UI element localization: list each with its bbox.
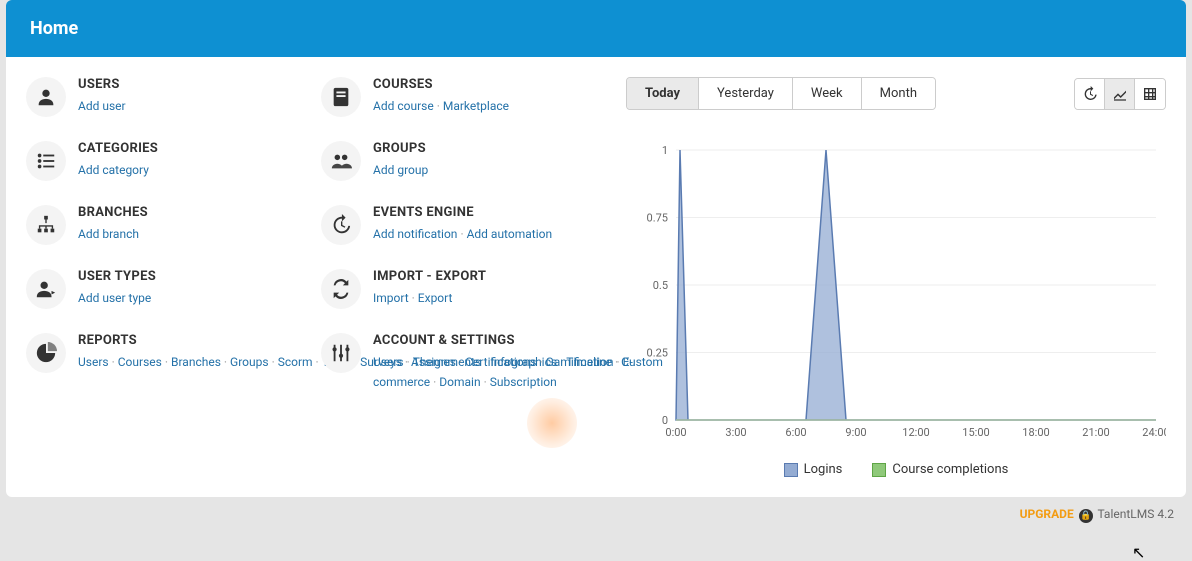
link-add-notification[interactable]: Add notification [373,227,457,241]
admin-tiles: USERSAdd userCOURSESAdd course·Marketpla… [26,77,606,477]
tile-title[interactable]: ACCOUNT & SETTINGS [373,333,606,348]
svg-text:3:00: 3:00 [725,426,746,439]
svg-text:18:00: 18:00 [1022,426,1049,439]
link-gamification[interactable]: Gamification [546,355,614,369]
footer: UPGRADE 🔒 TalentLMS 4.2 [6,497,1186,533]
tile-import-export: IMPORT - EXPORTImport·Export [321,269,606,309]
link-branches[interactable]: Branches [171,355,221,369]
tile-reports: REPORTSUsers·Courses·Branches·Groups·Sco… [26,333,311,393]
tile-title[interactable]: CATEGORIES [78,141,311,156]
link-add-user[interactable]: Add user [78,99,126,113]
view-switcher [1074,78,1166,110]
events-engine-icon[interactable] [321,205,361,245]
tab-today[interactable]: Today [627,78,699,109]
tile-title[interactable]: REPORTS [78,333,311,348]
tab-yesterday[interactable]: Yesterday [699,78,793,109]
product-version: TalentLMS 4.2 [1097,507,1174,521]
categories-icon[interactable] [26,141,66,181]
svg-text:12:00: 12:00 [902,426,929,439]
tile-account-settings: ACCOUNT & SETTINGSUsers·Themes·Certifica… [321,333,606,393]
table-icon[interactable] [1135,79,1165,109]
svg-text:21:00: 21:00 [1082,426,1109,439]
page-header: Home [6,0,1186,57]
tile-branches: BRANCHES Add branch [26,205,311,245]
tile-events-engine: EVENTS ENGINEAdd notification·Add automa… [321,205,606,245]
link-add-course[interactable]: Add course [373,99,434,113]
users-icon[interactable] [26,77,66,117]
link-marketplace[interactable]: Marketplace [443,99,509,113]
link-domain[interactable]: Domain [439,375,480,389]
svg-text:15:00: 15:00 [962,426,989,439]
reports-icon[interactable] [26,333,66,373]
tile-title[interactable]: USERS [78,77,311,92]
link-add-automation[interactable]: Add automation [467,227,553,241]
svg-text:0:00: 0:00 [665,426,686,439]
svg-text:0.25: 0.25 [647,347,668,360]
link-scorm[interactable]: Scorm [278,355,313,369]
link-add-category[interactable]: Add category [78,163,149,177]
link-users[interactable]: Users [373,355,404,369]
cursor-icon: ↖ [1132,543,1145,561]
tile-title[interactable]: COURSES [373,77,606,92]
activity-chart: 00.250.50.7510:003:006:009:0012:0015:001… [626,140,1166,477]
svg-text:24:00: 24:00 [1142,426,1166,439]
svg-text:0.75: 0.75 [647,212,668,225]
link-add-user-type[interactable]: Add user type [78,291,151,305]
link-export[interactable]: Export [418,291,453,305]
tile-users: USERS Add user [26,77,311,117]
svg-text:1: 1 [662,144,668,157]
tile-title[interactable]: EVENTS ENGINE [373,205,606,220]
svg-text:6:00: 6:00 [785,426,806,439]
tab-month[interactable]: Month [862,78,935,109]
svg-text:0.5: 0.5 [653,279,668,292]
courses-icon[interactable] [321,77,361,117]
link-add-branch[interactable]: Add branch [78,227,139,241]
legend-completions: Course completions [872,462,1008,477]
tile-groups: GROUPS Add group [321,141,606,181]
groups-icon[interactable] [321,141,361,181]
upgrade-link[interactable]: UPGRADE [1020,507,1074,521]
link-add-group[interactable]: Add group [373,163,428,177]
time-range-tabs: TodayYesterdayWeekMonth [626,77,936,110]
page-title: Home [30,18,1162,39]
lock-icon: 🔒 [1079,509,1093,523]
chart-icon[interactable] [1105,79,1135,109]
import-export-icon[interactable] [321,269,361,309]
tile-title[interactable]: IMPORT - EXPORT [373,269,606,284]
account-settings-icon[interactable] [321,333,361,373]
branches-icon[interactable] [26,205,66,245]
svg-text:9:00: 9:00 [845,426,866,439]
tile-title[interactable]: USER TYPES [78,269,311,284]
link-subscription[interactable]: Subscription [490,375,557,389]
tile-title[interactable]: BRANCHES [78,205,311,220]
link-import[interactable]: Import [373,291,409,305]
user-types-icon[interactable] [26,269,66,309]
link-users[interactable]: Users [78,355,109,369]
link-certifications[interactable]: Certifications [465,355,536,369]
history-icon[interactable] [1075,79,1105,109]
link-courses[interactable]: Courses [118,355,162,369]
link-themes[interactable]: Themes [413,355,456,369]
legend-logins: Logins [784,462,843,477]
tile-categories: CATEGORIES Add category [26,141,311,181]
link-groups[interactable]: Groups [230,355,269,369]
tile-title[interactable]: GROUPS [373,141,606,156]
tile-user-types: USER TYPES Add user type [26,269,311,309]
tab-week[interactable]: Week [793,78,862,109]
tile-courses: COURSESAdd course·Marketplace [321,77,606,117]
